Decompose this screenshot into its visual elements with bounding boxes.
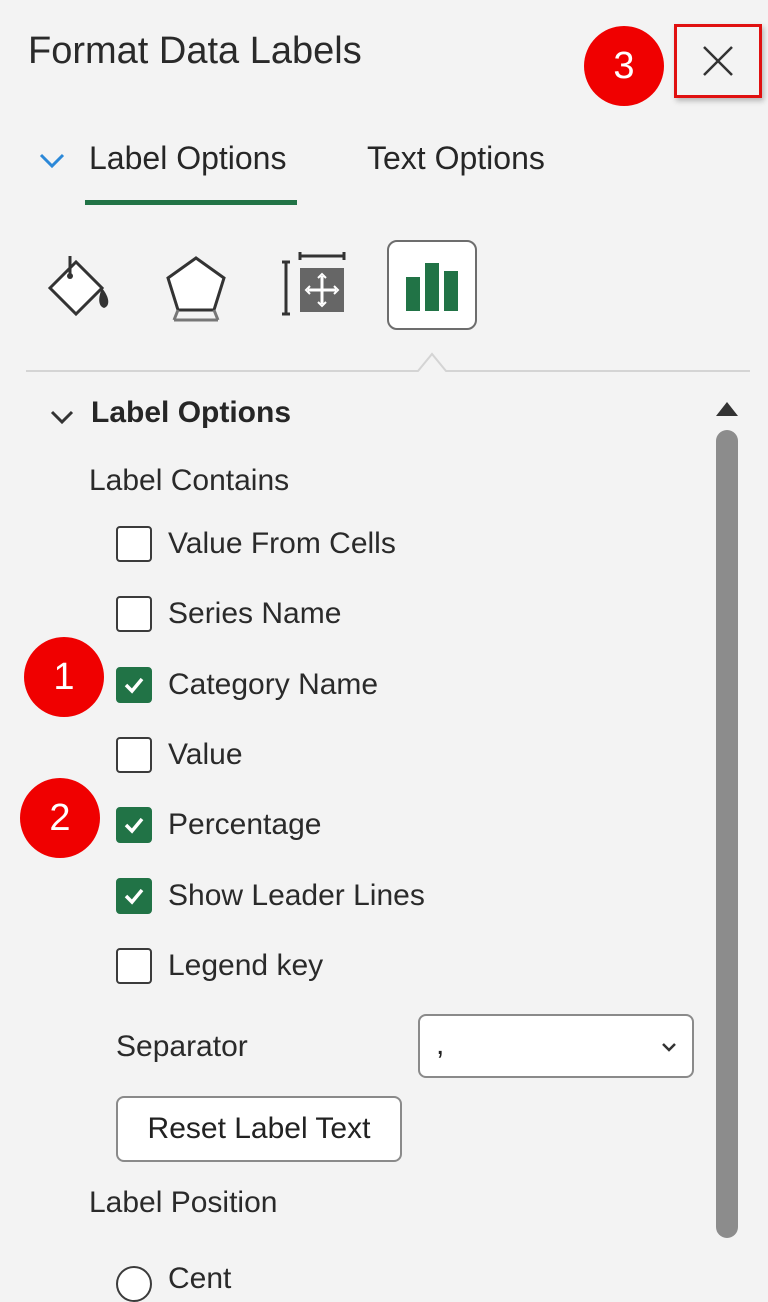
size-properties-icon[interactable] xyxy=(274,246,354,326)
reset-label-text-button[interactable]: Reset Label Text xyxy=(116,1096,402,1162)
checkbox-show-leader-lines[interactable]: Show Leader Lines xyxy=(116,874,425,918)
checkbox-box[interactable] xyxy=(116,878,152,914)
chevron-down-icon[interactable] xyxy=(50,408,74,426)
separator-select[interactable]: , xyxy=(418,1014,694,1078)
annotation-badge-3: 3 xyxy=(584,26,664,106)
checkmark-icon xyxy=(124,817,144,834)
tab-text-options[interactable]: Text Options xyxy=(367,140,545,177)
checkbox-category-name[interactable]: Category Name xyxy=(116,663,378,707)
checkbox-box[interactable] xyxy=(116,526,152,562)
checkbox-label: Show Leader Lines xyxy=(168,879,425,912)
checkbox-label: Category Name xyxy=(168,668,379,701)
label-position-heading: Label Position xyxy=(89,1186,278,1219)
annotation-badge-1: 1 xyxy=(24,637,104,717)
radio-label-center: Cent xyxy=(168,1262,232,1295)
checkbox-legend-key[interactable]: Legend key xyxy=(116,944,323,988)
checkbox-label: Value From Cells xyxy=(168,527,396,560)
close-icon xyxy=(703,46,733,76)
separator-value: , xyxy=(436,1028,445,1061)
annotation-badge-2: 2 xyxy=(20,778,100,858)
checkbox-box[interactable] xyxy=(116,737,152,773)
effects-icon[interactable] xyxy=(156,246,236,326)
tab-label-options[interactable]: Label Options xyxy=(89,140,286,177)
chevron-down-icon xyxy=(662,1043,676,1052)
checkbox-label: Value xyxy=(168,738,243,771)
checkmark-icon xyxy=(124,888,144,905)
radio-center[interactable] xyxy=(116,1266,152,1302)
label-contains-heading: Label Contains xyxy=(89,464,290,497)
checkbox-label: Legend key xyxy=(168,949,324,982)
checkbox-box[interactable] xyxy=(116,948,152,984)
pane-title: Format Data Labels xyxy=(28,30,362,72)
fill-line-icon[interactable] xyxy=(38,246,118,326)
separator-label: Separator xyxy=(116,1030,248,1063)
checkbox-box[interactable] xyxy=(116,807,152,843)
close-button[interactable] xyxy=(674,24,762,98)
checkbox-box[interactable] xyxy=(116,667,152,703)
scrollbar-thumb[interactable] xyxy=(716,430,738,1238)
checkbox-box[interactable] xyxy=(116,596,152,632)
checkbox-label: Series Name xyxy=(168,597,342,630)
active-tab-indicator xyxy=(85,200,297,205)
checkbox-label: Percentage xyxy=(168,808,322,841)
section-divider xyxy=(26,352,750,372)
checkbox-percentage[interactable]: Percentage xyxy=(116,803,321,847)
scroll-up-arrow-icon[interactable] xyxy=(714,398,740,418)
checkbox-value-from-cells[interactable]: Value From Cells xyxy=(116,522,396,566)
checkmark-icon xyxy=(124,677,144,694)
checkbox-value[interactable]: Value xyxy=(116,733,243,777)
label-options-icon[interactable] xyxy=(387,240,477,330)
section-title[interactable]: Label Options xyxy=(91,396,291,430)
checkbox-series-name[interactable]: Series Name xyxy=(116,592,341,636)
chevron-down-icon[interactable] xyxy=(38,150,66,172)
